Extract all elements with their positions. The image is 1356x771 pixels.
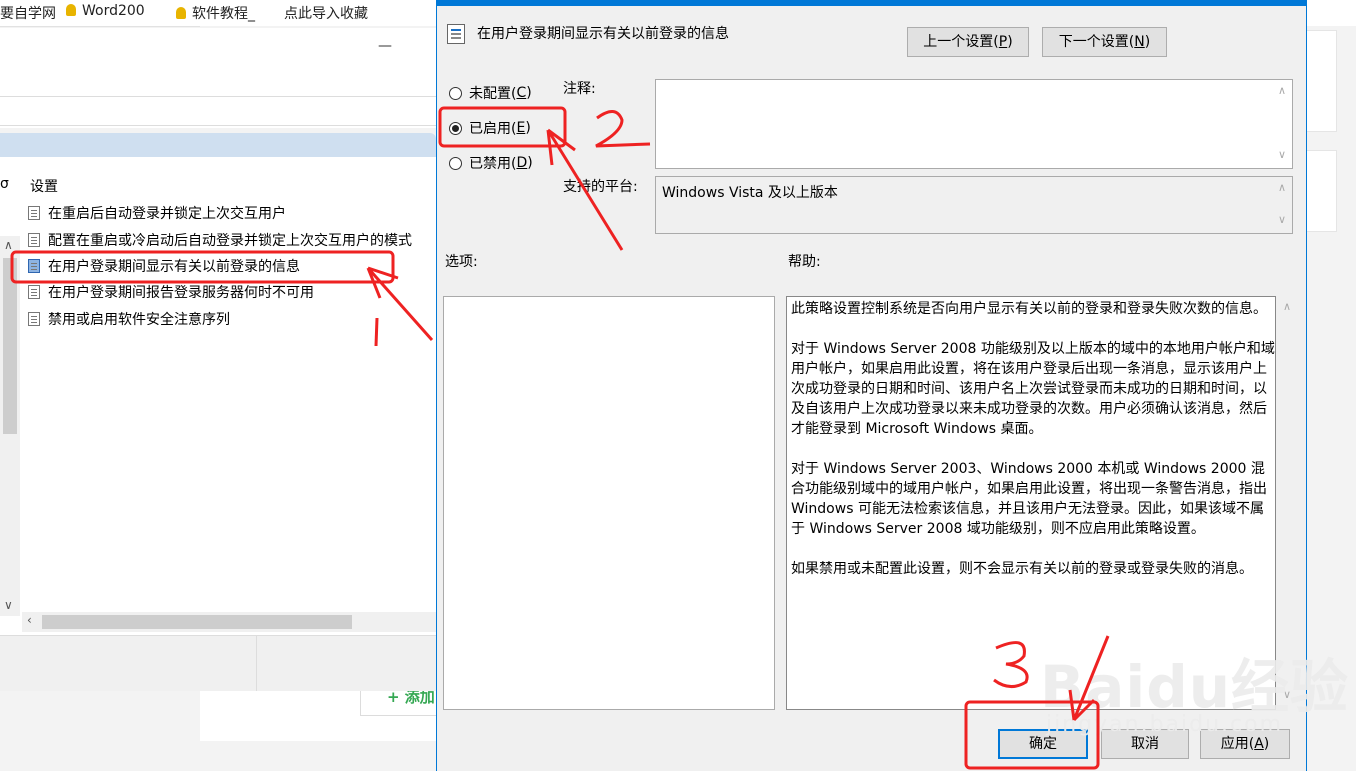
scrollbar-thumb[interactable] xyxy=(42,615,352,629)
list-item[interactable]: 配置在重启或冷启动后自动登录并锁定上次交互用户的模式 xyxy=(28,230,412,250)
scrollbar-thumb[interactable] xyxy=(3,258,17,434)
help-paragraph: 对于 Windows Server 2008 功能级别及以上版本的域中的本地用户… xyxy=(791,341,1275,437)
gpe-toolbar xyxy=(0,96,436,126)
policy-setting-icon xyxy=(447,24,465,44)
bookmark-3[interactable]: 点此导入收藏 xyxy=(284,3,368,23)
policy-doc-icon xyxy=(28,259,40,273)
help-label: 帮助: xyxy=(788,254,821,270)
chevron-up-icon[interactable]: ∧ xyxy=(1283,300,1291,313)
dialog-title-bar xyxy=(437,0,1306,6)
chevron-down-icon[interactable]: ∨ xyxy=(1278,213,1286,226)
chevron-down-icon[interactable]: ∨ xyxy=(4,598,13,612)
help-paragraph: 如果禁用或未配置此设置，则不会显示有关以前的登录或登录失败的消息。 xyxy=(791,561,1253,577)
radio-disabled[interactable]: 已禁用(D) xyxy=(449,153,533,173)
radio-circle[interactable] xyxy=(449,156,462,170)
policy-doc-icon xyxy=(28,285,40,299)
help-paragraph: 此策略设置控制系统是否向用户显示有关以前的登录和登录失败次数的信息。 xyxy=(791,301,1267,317)
next-setting-button[interactable]: 下一个设置(N) xyxy=(1042,27,1167,57)
radio-not-configured[interactable]: 未配置(C) xyxy=(449,83,532,103)
list-item[interactable]: 在用户登录期间报告登录服务器何时不可用 xyxy=(28,282,314,302)
chevron-up-icon[interactable]: ∧ xyxy=(1278,84,1286,97)
gpe-horizontal-scrollbar[interactable]: ‹ xyxy=(22,612,436,632)
background-card xyxy=(1305,30,1337,132)
chevron-up-icon[interactable]: ∧ xyxy=(4,238,13,252)
supported-platform-label: 支持的平台: xyxy=(563,179,638,195)
list-item[interactable]: 在重启后自动登录并锁定上次交互用户 xyxy=(28,203,286,223)
radio-circle[interactable] xyxy=(449,86,462,100)
policy-doc-icon xyxy=(28,206,40,220)
gpe-header-strip xyxy=(0,133,436,157)
help-paragraph: 对于 Windows Server 2003、Windows 2000 本机或 … xyxy=(791,461,1267,537)
baidu-watermark-url: jingyan.baidu.com xyxy=(1046,712,1284,737)
bookmark-2[interactable]: 软件教程_ xyxy=(176,3,255,23)
chevron-up-icon[interactable]: ∧ xyxy=(1278,181,1286,194)
bookmark-0[interactable]: 要自学网 xyxy=(0,3,56,23)
dialog-title: 在用户登录期间显示有关以前登录的信息 xyxy=(477,26,729,42)
prev-setting-button[interactable]: 上一个设置(P) xyxy=(907,27,1029,57)
list-item-selected[interactable]: 在用户登录期间显示有关以前登录的信息 xyxy=(28,256,300,276)
minimize-icon[interactable]: — xyxy=(378,38,392,54)
gpe-column-header[interactable]: 设置 xyxy=(30,176,58,196)
radio-circle[interactable] xyxy=(449,121,462,135)
gpe-vertical-scrollbar[interactable]: ∧ ∨ xyxy=(0,236,20,616)
background-card xyxy=(1305,150,1337,232)
gpe-status-bar xyxy=(0,635,436,691)
list-item[interactable]: 禁用或启用软件安全注意序列 xyxy=(28,309,230,329)
bookmark-icon xyxy=(66,4,76,16)
bookmark-icon xyxy=(176,7,186,19)
bookmark-1[interactable]: Word200 xyxy=(66,3,145,19)
options-panel[interactable] xyxy=(443,296,775,710)
supported-platform-value: Windows Vista 及以上版本 xyxy=(662,185,838,201)
policy-doc-icon xyxy=(28,233,40,247)
radio-enabled[interactable]: 已启用(E) xyxy=(449,118,531,138)
options-label: 选项: xyxy=(445,254,478,270)
chevron-down-icon[interactable]: ∨ xyxy=(1278,148,1286,161)
policy-doc-icon xyxy=(28,312,40,326)
divider xyxy=(256,636,257,691)
supported-platform-box: Windows Vista 及以上版本 ∧ ∨ xyxy=(655,176,1293,234)
chevron-left-icon[interactable]: ‹ xyxy=(27,613,32,627)
help-text: 此策略设置控制系统是否向用户显示有关以前的登录和登录失败次数的信息。 对于 Wi… xyxy=(791,299,1275,599)
gpe-tree-column-edge: σ xyxy=(0,176,9,192)
comment-label: 注释: xyxy=(563,81,596,97)
comment-textarea[interactable]: ∧ ∨ xyxy=(655,79,1293,169)
